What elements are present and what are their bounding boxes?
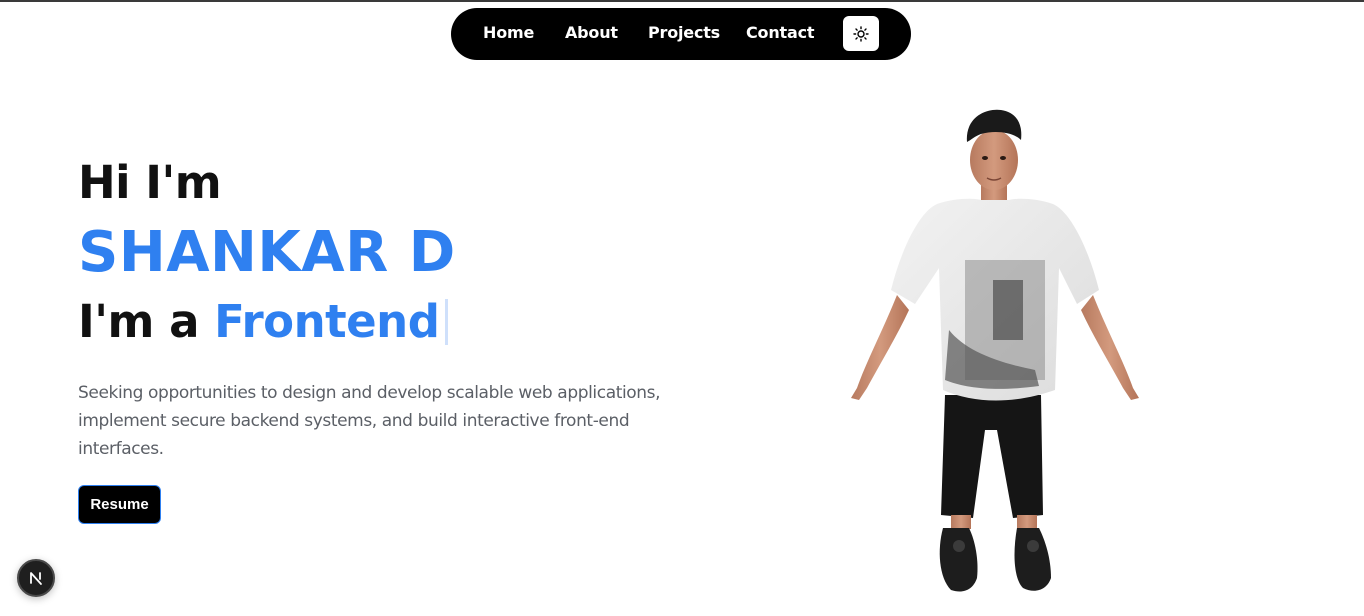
nav-link-about[interactable]: About — [565, 23, 618, 42]
n-letter-icon — [30, 572, 42, 585]
sun-icon — [853, 25, 869, 42]
top-border — [0, 0, 1364, 2]
navbar: Home About Projects Contact — [451, 8, 911, 60]
typing-cursor — [445, 299, 449, 345]
hero-description: Seeking opportunities to design and deve… — [78, 383, 661, 459]
resume-button[interactable]: Resume — [78, 485, 161, 524]
nav-link-contact[interactable]: Contact — [746, 23, 815, 42]
role-prefix: I'm a — [78, 295, 199, 348]
theme-toggle-button[interactable] — [843, 16, 879, 51]
hero-name: SHANKAR D — [78, 220, 456, 285]
hero-role-line: I'm a Frontend — [78, 294, 449, 350]
role-word: Frontend — [214, 295, 440, 348]
hero-greeting: Hi I'm — [78, 156, 222, 209]
avatar-figure-icon — [851, 109, 1139, 592]
nextjs-logo-icon[interactable] — [17, 559, 55, 597]
avatar-3d-model — [845, 100, 1145, 600]
nav-link-home[interactable]: Home — [483, 23, 534, 42]
nav-link-projects[interactable]: Projects — [648, 23, 720, 42]
